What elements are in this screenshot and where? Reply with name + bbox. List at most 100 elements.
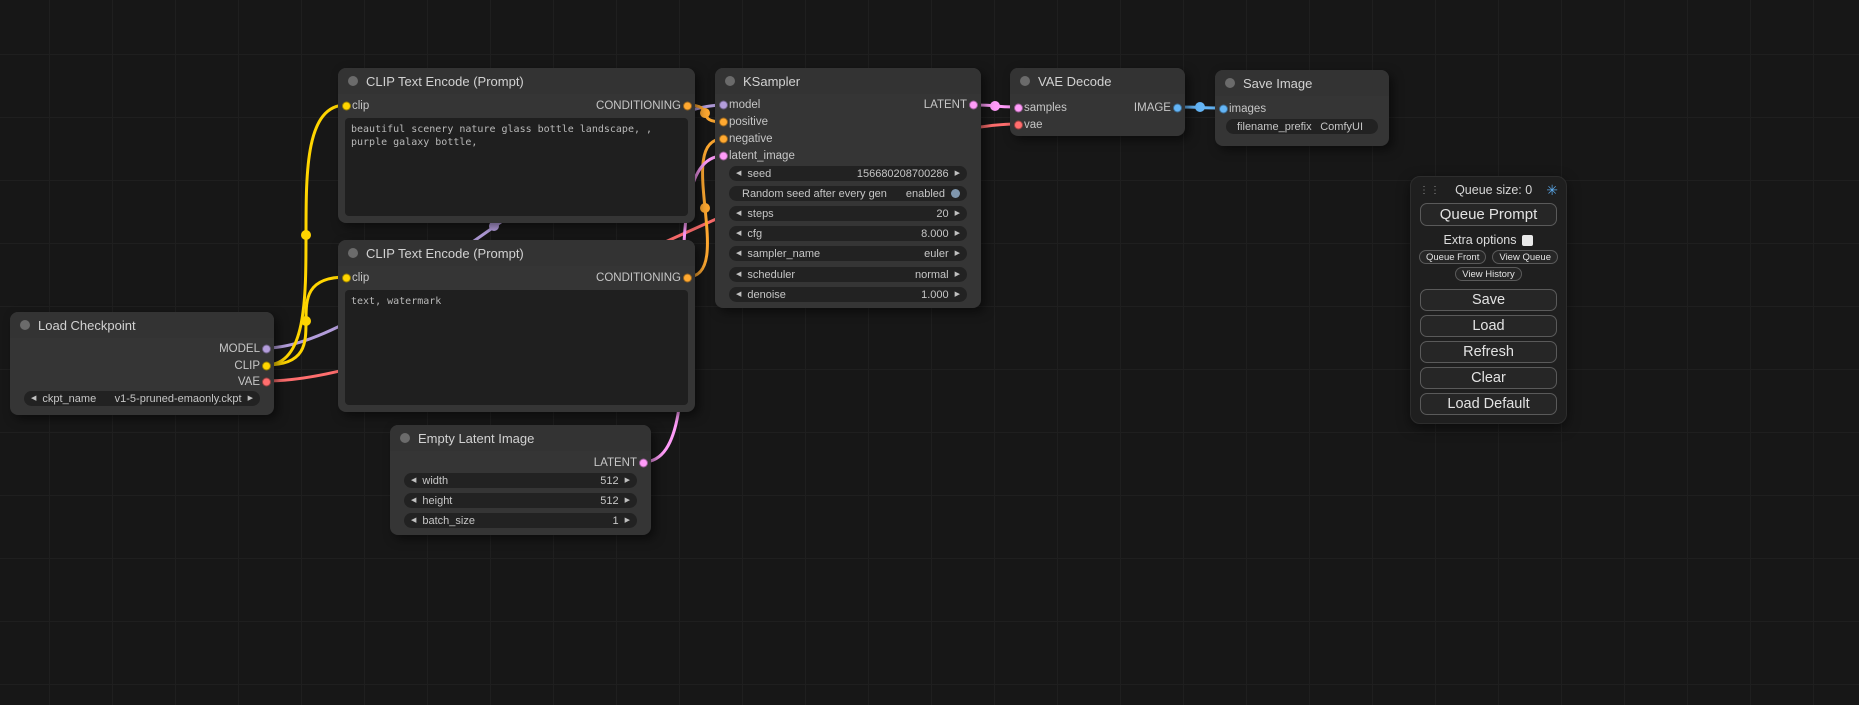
widget-random-seed-toggle[interactable]: Random seed after every gen enabled (729, 186, 967, 201)
collapse-dot[interactable] (348, 248, 358, 258)
widget-batch-size[interactable]: ◀ batch_size 1 ▶ (404, 513, 637, 528)
decrement-arrow-icon[interactable]: ◀ (736, 250, 741, 257)
decrement-arrow-icon[interactable]: ◀ (736, 170, 741, 177)
output-dot-clip[interactable] (262, 361, 271, 370)
collapse-dot[interactable] (348, 76, 358, 86)
node-title-bar[interactable]: VAE Decode (1010, 68, 1185, 94)
input-dot-clip[interactable] (342, 273, 351, 282)
input-dot-model[interactable] (719, 100, 728, 109)
decrement-arrow-icon[interactable]: ◀ (411, 477, 416, 484)
node-empty-latent-image[interactable]: Empty Latent Image LATENT ◀ width 512 ▶ … (390, 425, 651, 535)
node-title-bar[interactable]: CLIP Text Encode (Prompt) (338, 240, 695, 266)
input-dot-latent-image[interactable] (719, 151, 728, 160)
view-queue-button[interactable]: View Queue (1492, 250, 1558, 264)
output-dot-vae[interactable] (262, 377, 271, 386)
decrement-arrow-icon[interactable]: ◀ (736, 291, 741, 298)
node-title: CLIP Text Encode (Prompt) (366, 246, 524, 261)
node-save-image[interactable]: Save Image images filename_prefix ComfyU… (1215, 70, 1389, 146)
input-dot-samples[interactable] (1014, 103, 1023, 112)
increment-arrow-icon[interactable]: ▶ (955, 210, 960, 217)
decrement-arrow-icon[interactable]: ◀ (31, 395, 36, 402)
graph-canvas[interactable]: Load Checkpoint MODEL CLIP VAE ◀ ckpt_na… (0, 0, 1859, 705)
output-dot-latent[interactable] (639, 458, 648, 467)
increment-arrow-icon[interactable]: ▶ (625, 517, 630, 524)
widget-cfg[interactable]: ◀ cfg 8.000 ▶ (729, 226, 967, 241)
increment-arrow-icon[interactable]: ▶ (248, 395, 253, 402)
node-title-bar[interactable]: KSampler (715, 68, 981, 94)
slot-label: negative (729, 133, 772, 145)
node-title-bar[interactable]: Load Checkpoint (10, 312, 274, 338)
prompt-text-area[interactable]: text, watermark (345, 290, 688, 405)
collapse-dot[interactable] (400, 433, 410, 443)
widget-denoise[interactable]: ◀ denoise 1.000 ▶ (729, 287, 967, 302)
node-title: Empty Latent Image (418, 431, 534, 446)
node-title-bar[interactable]: Save Image (1215, 70, 1389, 96)
load-button[interactable]: Load (1420, 315, 1557, 337)
increment-arrow-icon[interactable]: ▶ (955, 170, 960, 177)
node-title: KSampler (743, 74, 800, 89)
node-title-bar[interactable]: Empty Latent Image (390, 425, 651, 451)
settings-gear-icon[interactable]: ✳ (1546, 183, 1558, 197)
node-load-checkpoint[interactable]: Load Checkpoint MODEL CLIP VAE ◀ ckpt_na… (10, 312, 274, 415)
widget-sampler-name[interactable]: ◀ sampler_name euler ▶ (729, 246, 967, 261)
load-default-button[interactable]: Load Default (1420, 393, 1557, 415)
widget-value: enabled (893, 188, 945, 200)
clear-button[interactable]: Clear (1420, 367, 1557, 389)
slot-label: VAE (238, 376, 260, 388)
view-history-button[interactable]: View History (1455, 267, 1522, 281)
output-dot-latent[interactable] (969, 100, 978, 109)
widget-height[interactable]: ◀ height 512 ▶ (404, 493, 637, 508)
refresh-button[interactable]: Refresh (1420, 341, 1557, 363)
increment-arrow-icon[interactable]: ▶ (955, 230, 960, 237)
input-slot-images: images (1215, 100, 1389, 117)
prompt-text-area[interactable]: beautiful scenery nature glass bottle la… (345, 118, 688, 216)
node-clip-text-encode-positive[interactable]: CLIP Text Encode (Prompt) clip CONDITION… (338, 68, 695, 223)
extra-options-row: Extra options (1411, 233, 1566, 247)
node-vae-decode[interactable]: VAE Decode samples IMAGE vae (1010, 68, 1185, 136)
input-dot-clip[interactable] (342, 101, 351, 110)
extra-options-checkbox[interactable] (1522, 235, 1533, 246)
decrement-arrow-icon[interactable]: ◀ (411, 517, 416, 524)
output-slot-latent: LATENT (390, 454, 651, 471)
input-dot-images[interactable] (1219, 104, 1228, 113)
output-dot-model[interactable] (262, 344, 271, 353)
collapse-dot[interactable] (1020, 76, 1030, 86)
queue-prompt-button[interactable]: Queue Prompt (1420, 203, 1557, 226)
input-slot-positive: positive (715, 113, 981, 130)
increment-arrow-icon[interactable]: ▶ (955, 250, 960, 257)
input-slot-latent-image: latent_image (715, 147, 981, 164)
increment-arrow-icon[interactable]: ▶ (955, 271, 960, 278)
decrement-arrow-icon[interactable]: ◀ (736, 230, 741, 237)
input-dot-vae[interactable] (1014, 120, 1023, 129)
queue-front-button[interactable]: Queue Front (1419, 250, 1486, 264)
save-button[interactable]: Save (1420, 289, 1557, 311)
widget-ckpt-name[interactable]: ◀ ckpt_name v1-5-pruned-emaonly.ckpt ▶ (24, 391, 260, 406)
widget-seed[interactable]: ◀ seed 156680208700286 ▶ (729, 166, 967, 181)
drag-handle-icon[interactable]: ⋮⋮ (1419, 185, 1441, 196)
collapse-dot[interactable] (20, 320, 30, 330)
increment-arrow-icon[interactable]: ▶ (955, 291, 960, 298)
widget-filename-prefix[interactable]: filename_prefix ComfyUI (1226, 119, 1378, 134)
increment-arrow-icon[interactable]: ▶ (625, 497, 630, 504)
node-ksampler[interactable]: KSampler model LATENT positive negative … (715, 68, 981, 308)
output-dot-image[interactable] (1173, 103, 1182, 112)
widget-width[interactable]: ◀ width 512 ▶ (404, 473, 637, 488)
widget-scheduler[interactable]: ◀ scheduler normal ▶ (729, 267, 967, 282)
collapse-dot[interactable] (725, 76, 735, 86)
output-dot-conditioning[interactable] (683, 273, 692, 282)
toggle-dot[interactable] (951, 189, 960, 198)
node-title: CLIP Text Encode (Prompt) (366, 74, 524, 89)
slot-label: CLIP (234, 360, 260, 372)
output-dot-conditioning[interactable] (683, 101, 692, 110)
decrement-arrow-icon[interactable]: ◀ (411, 497, 416, 504)
input-dot-negative[interactable] (719, 134, 728, 143)
node-title-bar[interactable]: CLIP Text Encode (Prompt) (338, 68, 695, 94)
decrement-arrow-icon[interactable]: ◀ (736, 210, 741, 217)
increment-arrow-icon[interactable]: ▶ (625, 477, 630, 484)
widget-value: 1.000 (792, 289, 949, 301)
collapse-dot[interactable] (1225, 78, 1235, 88)
input-dot-positive[interactable] (719, 117, 728, 126)
node-clip-text-encode-negative[interactable]: CLIP Text Encode (Prompt) clip CONDITION… (338, 240, 695, 412)
decrement-arrow-icon[interactable]: ◀ (736, 271, 741, 278)
widget-steps[interactable]: ◀ steps 20 ▶ (729, 206, 967, 221)
